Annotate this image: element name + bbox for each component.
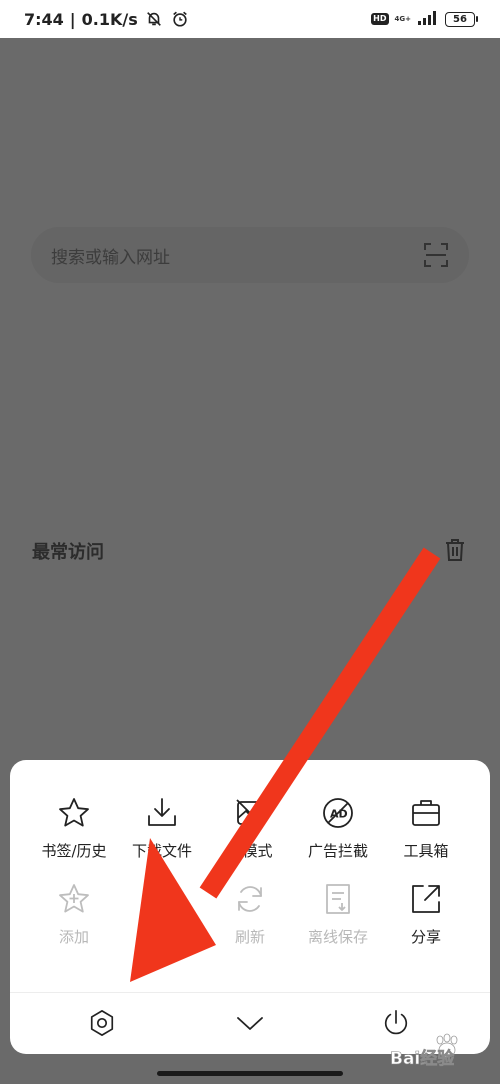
trash-icon[interactable]: [443, 538, 467, 562]
menu-item-toolbox[interactable]: 工具箱: [382, 796, 470, 882]
alarm-icon: [170, 9, 190, 29]
refresh-icon: [238, 886, 262, 912]
menu-item-offline-save[interactable]: 离线保存: [294, 882, 382, 952]
menu-label: 添加: [58, 928, 89, 946]
battery-icon: 56: [445, 11, 478, 27]
baidu-watermark: Bai经验: [388, 1030, 498, 1070]
menu-label: 离线保存: [307, 928, 368, 946]
no-image-icon: [236, 799, 264, 827]
scan-icon[interactable]: [423, 242, 449, 268]
search-placeholder: 搜索或输入网址: [51, 247, 170, 268]
muted-bell-icon: [144, 9, 164, 29]
home-indicator[interactable]: [157, 1071, 343, 1076]
menu-label: 刷新: [234, 928, 265, 946]
hd-badge: HD: [371, 13, 389, 25]
svg-text:AD: AD: [330, 808, 348, 821]
menu-item-no-image-mode[interactable]: 图模式: [206, 796, 294, 882]
offline-save-icon: [326, 884, 350, 914]
search-bar[interactable]: 搜索或输入网址: [31, 227, 469, 283]
menu-item-ad-block[interactable]: AD 广告拦截: [294, 796, 382, 882]
most-visited-title: 最常访问: [32, 542, 104, 563]
menu-item-bookmarks-history[interactable]: 书签/历史: [30, 796, 118, 882]
network-label: 4G+: [394, 15, 411, 23]
toolbox-icon: [412, 800, 440, 826]
menu-label: 图模式: [227, 842, 273, 860]
menu-item-add-bookmark[interactable]: 添加: [30, 882, 118, 952]
menu-label: 下载文件: [131, 842, 192, 860]
watermark-text: Bai经验: [390, 1048, 455, 1069]
menu-label: 分享: [410, 928, 441, 946]
menu-grid: 书签/历史 下载文件 图模式 AD 广告拦截 工具箱 添加 刷新 离线保存 分享: [10, 796, 490, 952]
share-icon: [412, 885, 440, 913]
menu-item-downloads[interactable]: 下载文件: [118, 796, 206, 882]
menu-sheet: 书签/历史 下载文件 图模式 AD 广告拦截 工具箱 添加 刷新 离线保存 分享: [10, 760, 490, 1054]
star-icon: [59, 798, 89, 827]
menu-item-refresh[interactable]: 刷新: [206, 882, 294, 952]
settings-button[interactable]: [84, 1005, 120, 1041]
menu-item-night-mode[interactable]: [118, 882, 206, 952]
status-left: 7:44 | 0.1K/s: [24, 9, 190, 29]
ad-block-icon: AD: [323, 798, 353, 828]
menu-item-share[interactable]: 分享: [382, 882, 470, 952]
download-icon: [148, 798, 176, 826]
status-bar: 7:44 | 0.1K/s HD 4G+ 56: [0, 0, 500, 38]
signal-icon: [417, 10, 439, 29]
night-mode-icon: [149, 884, 177, 913]
collapse-chevron-icon: [237, 1017, 263, 1030]
collapse-button[interactable]: [232, 1005, 268, 1041]
status-speed: 0.1K/s: [81, 9, 138, 29]
menu-label: 书签/历史: [41, 842, 107, 860]
menu-label: 广告拦截: [307, 842, 368, 860]
battery-level: 56: [445, 11, 475, 27]
settings-icon: [90, 1010, 114, 1036]
status-time: 7:44: [24, 9, 64, 29]
status-right: HD 4G+ 56: [371, 10, 478, 29]
add-bookmark-icon: [59, 884, 89, 913]
menu-label: 工具箱: [403, 842, 449, 860]
